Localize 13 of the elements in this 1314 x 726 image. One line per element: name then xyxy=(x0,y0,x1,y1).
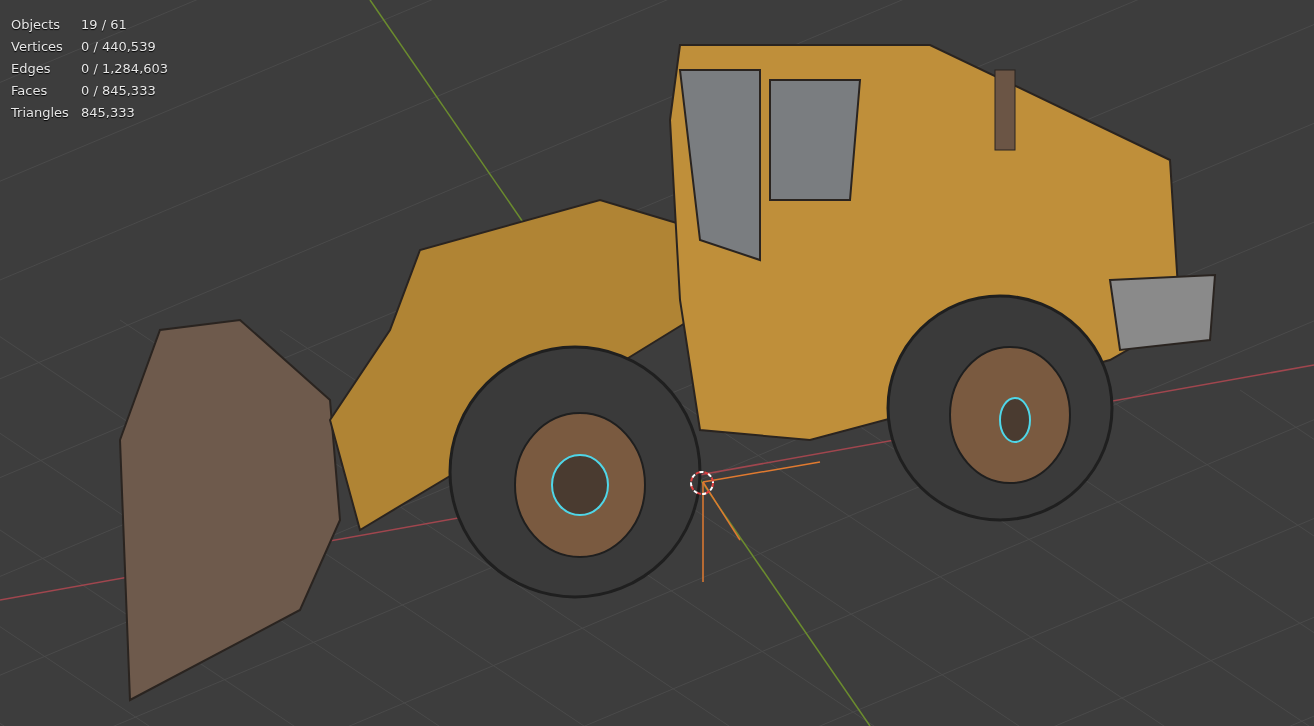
stat-label: Edges xyxy=(11,60,52,78)
origin-gizmo-icon xyxy=(702,461,821,583)
stat-label: Vertices xyxy=(11,38,64,56)
stat-label: Triangles xyxy=(11,104,70,122)
stat-value: 0 / 440,539 xyxy=(81,38,157,56)
viewport-background[interactable]: Objects 19 / 61 Vertices 0 / 440,539 Edges 0 / 1,284,603 Faces 0 / 845,333 Triangles 845,333 xyxy=(0,0,1314,726)
stat-value: 0 / 1,284,603 xyxy=(81,60,169,78)
stat-value: 0 / 845,333 xyxy=(81,82,157,100)
stat-value: 845,333 xyxy=(81,104,136,122)
3d-cursor-icon[interactable] xyxy=(690,471,714,495)
stat-label: Objects xyxy=(11,16,62,34)
stat-label: Faces xyxy=(11,82,49,100)
stat-value: 19 / 61 xyxy=(81,16,128,34)
